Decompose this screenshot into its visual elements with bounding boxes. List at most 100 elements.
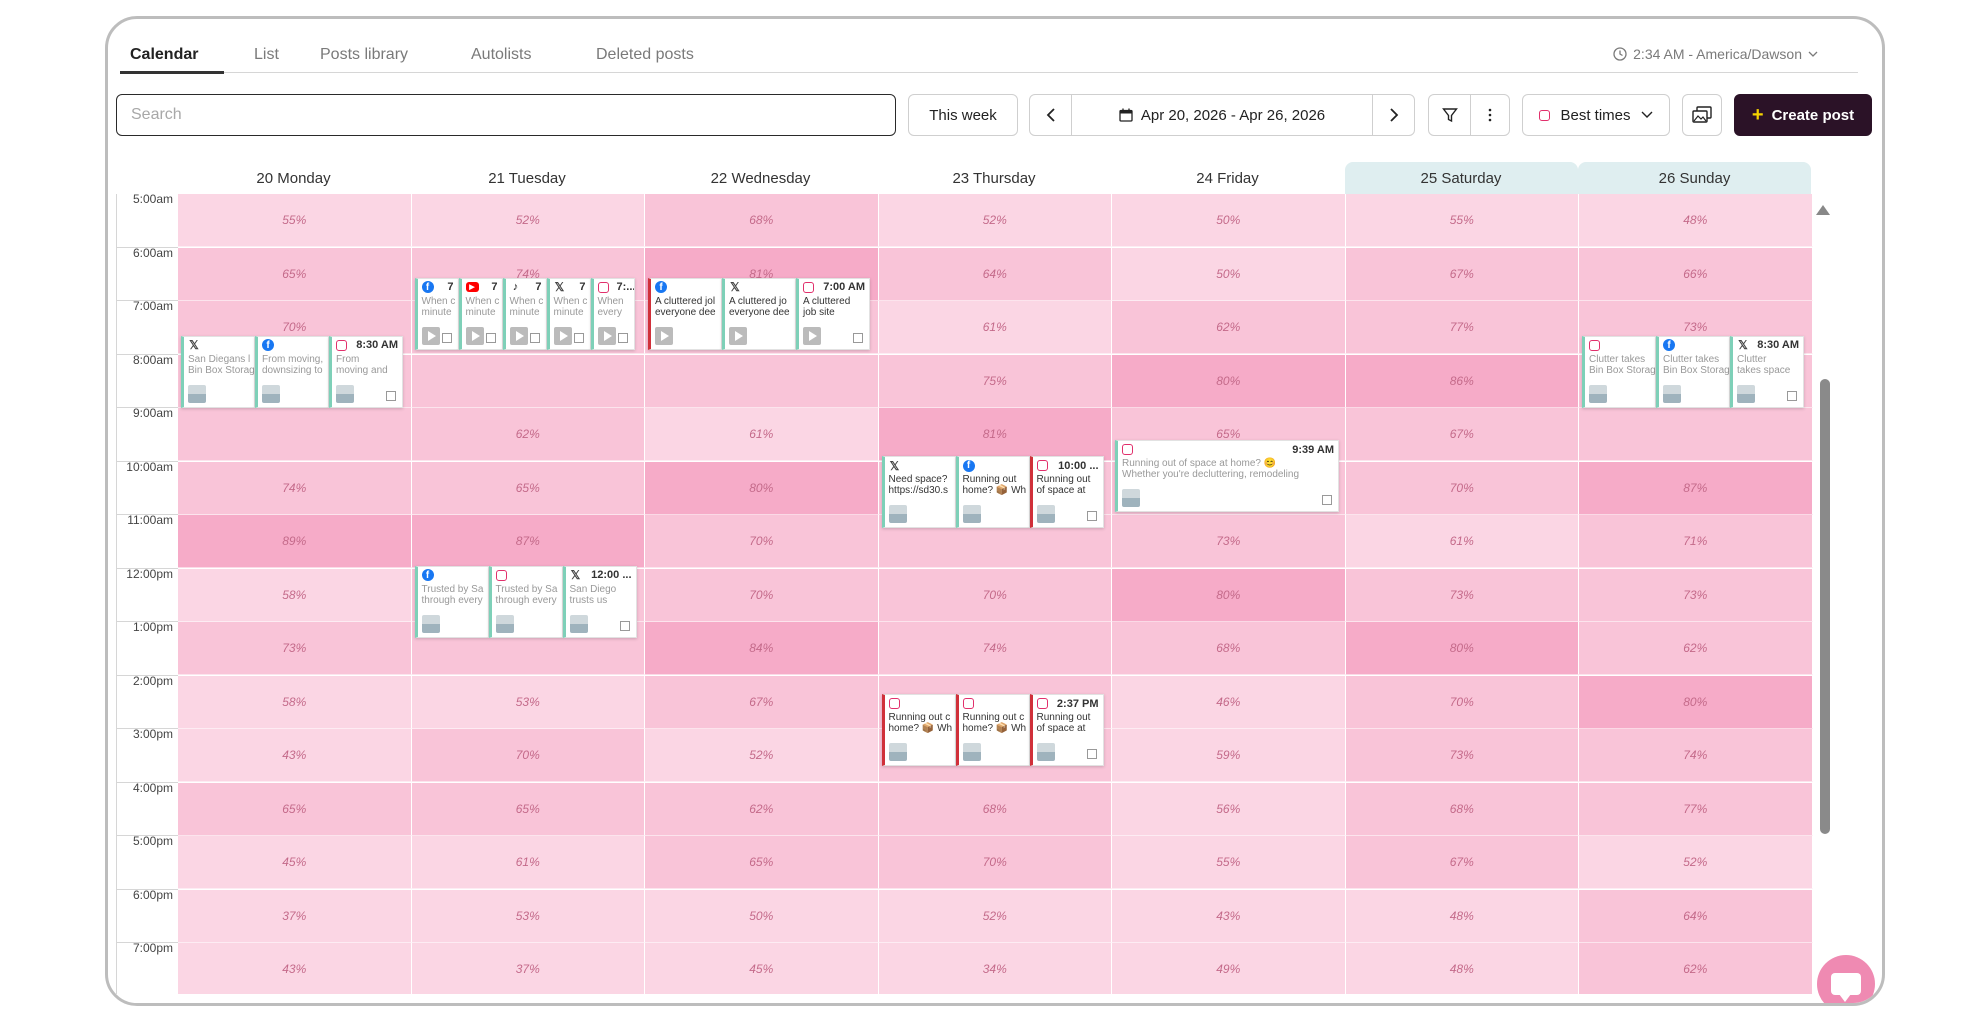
post-card[interactable]: 𝕏 7 When c minute <box>546 277 591 350</box>
time-slot-cell[interactable]: 52% <box>645 729 879 782</box>
scroll-up-arrow[interactable] <box>1816 205 1830 215</box>
post-card[interactable]: f Trusted by Sa through every <box>414 565 489 638</box>
time-slot-cell[interactable]: 58% <box>178 675 412 729</box>
post-card[interactable]: 𝕏A cluttered jo everyone dee <box>722 277 796 350</box>
next-week-button[interactable] <box>1372 95 1414 135</box>
post-card[interactable]: 8:30 AM From moving and <box>329 335 403 408</box>
tab-list[interactable]: List <box>254 46 279 64</box>
post-card[interactable]: Running out c home? 📦 Wh <box>955 694 1030 767</box>
time-slot-cell[interactable]: 55% <box>178 194 412 247</box>
more-options-button[interactable] <box>1471 95 1509 135</box>
best-times-dropdown[interactable]: Best times <box>1522 94 1670 136</box>
time-slot-cell[interactable]: 73% <box>1345 729 1579 782</box>
tab-calendar[interactable]: Calendar <box>130 46 198 64</box>
post-card[interactable]: 𝕏 Need space? https://sd30.s <box>881 456 956 529</box>
time-slot-cell[interactable]: 70% <box>645 515 879 568</box>
time-slot-cell[interactable]: 87% <box>1579 461 1813 515</box>
time-slot-cell[interactable]: 70% <box>878 568 1112 622</box>
time-slot-cell[interactable]: 52% <box>878 889 1112 943</box>
this-week-button[interactable]: This week <box>908 94 1018 136</box>
post-card[interactable]: Trusted by Sa through every <box>488 565 563 638</box>
time-slot-cell[interactable]: 80% <box>1345 622 1579 675</box>
time-slot-cell[interactable]: 37% <box>178 889 412 943</box>
time-slot-cell[interactable]: 48% <box>1345 889 1579 943</box>
post-card[interactable]: fA cluttered jol everyone dee <box>648 277 722 350</box>
time-slot-cell[interactable]: 61% <box>878 301 1112 354</box>
post-card[interactable]: f From moving, downsizing to <box>255 335 329 408</box>
time-slot-cell[interactable]: 50% <box>645 889 879 943</box>
time-slot-cell[interactable]: 89% <box>178 515 412 568</box>
post-card[interactable]: 9:39 AM Running out of space at home? 😊 Wh… <box>1115 440 1339 513</box>
time-slot-cell[interactable]: 65% <box>178 247 412 301</box>
post-card[interactable]: f 7 When c minute <box>414 277 459 350</box>
previous-week-button[interactable] <box>1030 95 1072 135</box>
time-slot-cell[interactable]: 74% <box>178 461 412 515</box>
time-slot-cell[interactable]: 66% <box>1579 247 1813 301</box>
time-slot-cell[interactable]: 45% <box>645 943 879 994</box>
media-gallery-button[interactable] <box>1682 94 1722 136</box>
post-card[interactable]: 𝕏 San Diegans l Bin Box Storag <box>181 335 255 408</box>
time-slot-cell[interactable]: 65% <box>411 461 645 515</box>
time-slot-cell[interactable]: 55% <box>1345 194 1579 247</box>
time-slot-cell[interactable]: 80% <box>645 461 879 515</box>
timezone-selector[interactable]: 2:34 AM - America/Dawson <box>1613 46 1818 62</box>
time-slot-cell[interactable]: 62% <box>1112 301 1346 354</box>
time-slot-cell[interactable] <box>645 354 879 408</box>
tab-posts-library[interactable]: Posts library <box>320 46 408 64</box>
post-card[interactable]: ▶ 7 When c minute <box>458 277 503 350</box>
time-slot-cell[interactable]: 43% <box>1112 889 1346 943</box>
time-slot-cell[interactable]: 65% <box>411 782 645 836</box>
time-slot-cell[interactable]: 75% <box>878 354 1112 408</box>
time-slot-cell[interactable]: 71% <box>1579 515 1813 568</box>
time-slot-cell[interactable]: 65% <box>645 836 879 889</box>
time-slot-cell[interactable]: 58% <box>178 568 412 622</box>
time-slot-cell[interactable] <box>1579 408 1813 461</box>
time-slot-cell[interactable]: 53% <box>411 889 645 943</box>
time-slot-cell[interactable]: 73% <box>1345 568 1579 622</box>
time-slot-cell[interactable]: 80% <box>1112 354 1346 408</box>
time-slot-cell[interactable] <box>411 354 645 408</box>
time-slot-cell[interactable]: 64% <box>878 247 1112 301</box>
date-range-picker[interactable]: Apr 20, 2026 - Apr 26, 2026 <box>1072 95 1372 135</box>
scrollbar-thumb[interactable] <box>1820 379 1830 834</box>
time-slot-cell[interactable]: 55% <box>1112 836 1346 889</box>
time-slot-cell[interactable]: 68% <box>878 782 1112 836</box>
post-card[interactable]: Clutter takes Bin Box Storage <box>1582 335 1656 408</box>
time-slot-cell[interactable]: 70% <box>878 836 1112 889</box>
time-slot-cell[interactable]: 61% <box>411 836 645 889</box>
time-slot-cell[interactable] <box>178 408 412 461</box>
time-slot-cell[interactable]: 62% <box>1579 622 1813 675</box>
time-slot-cell[interactable]: 77% <box>1579 782 1813 836</box>
time-slot-cell[interactable]: 61% <box>1345 515 1579 568</box>
time-slot-cell[interactable]: 80% <box>1579 675 1813 729</box>
time-slot-cell[interactable]: 73% <box>178 622 412 675</box>
time-slot-cell[interactable]: 62% <box>411 408 645 461</box>
time-slot-cell[interactable]: 52% <box>878 194 1112 247</box>
post-card[interactable]: Running out c home? 📦 Wh <box>881 694 956 767</box>
time-slot-cell[interactable]: 84% <box>645 622 879 675</box>
time-slot-cell[interactable]: 46% <box>1112 675 1346 729</box>
tab-autolists[interactable]: Autolists <box>471 46 531 64</box>
time-slot-cell[interactable]: 68% <box>1345 782 1579 836</box>
post-card[interactable]: 10:00 ... Running out of space at <box>1029 456 1104 529</box>
post-card[interactable]: 7:... When every <box>590 277 635 350</box>
time-slot-cell[interactable]: 48% <box>1579 194 1813 247</box>
time-slot-cell[interactable]: 81% <box>878 408 1112 461</box>
time-slot-cell[interactable]: 62% <box>1579 943 1813 994</box>
time-slot-cell[interactable]: 45% <box>178 836 412 889</box>
time-slot-cell[interactable]: 73% <box>1579 568 1813 622</box>
time-slot-cell[interactable]: 37% <box>411 943 645 994</box>
time-slot-cell[interactable]: 77% <box>1345 301 1579 354</box>
time-slot-cell[interactable]: 68% <box>645 194 879 247</box>
time-slot-cell[interactable]: 68% <box>1112 622 1346 675</box>
time-slot-cell[interactable]: 43% <box>178 729 412 782</box>
time-slot-cell[interactable]: 70% <box>645 568 879 622</box>
time-slot-cell[interactable]: 80% <box>1112 568 1346 622</box>
time-slot-cell[interactable]: 48% <box>1345 943 1579 994</box>
post-card[interactable]: 𝕏 8:30 AM Clutter takes space <box>1730 335 1804 408</box>
time-slot-cell[interactable]: 50% <box>1112 194 1346 247</box>
time-slot-cell[interactable]: 67% <box>1345 408 1579 461</box>
create-post-button[interactable]: + Create post <box>1734 94 1872 136</box>
post-card[interactable]: 𝕏 12:00 ... San Diego trusts us <box>562 565 637 638</box>
time-slot-cell[interactable]: 43% <box>178 943 412 994</box>
